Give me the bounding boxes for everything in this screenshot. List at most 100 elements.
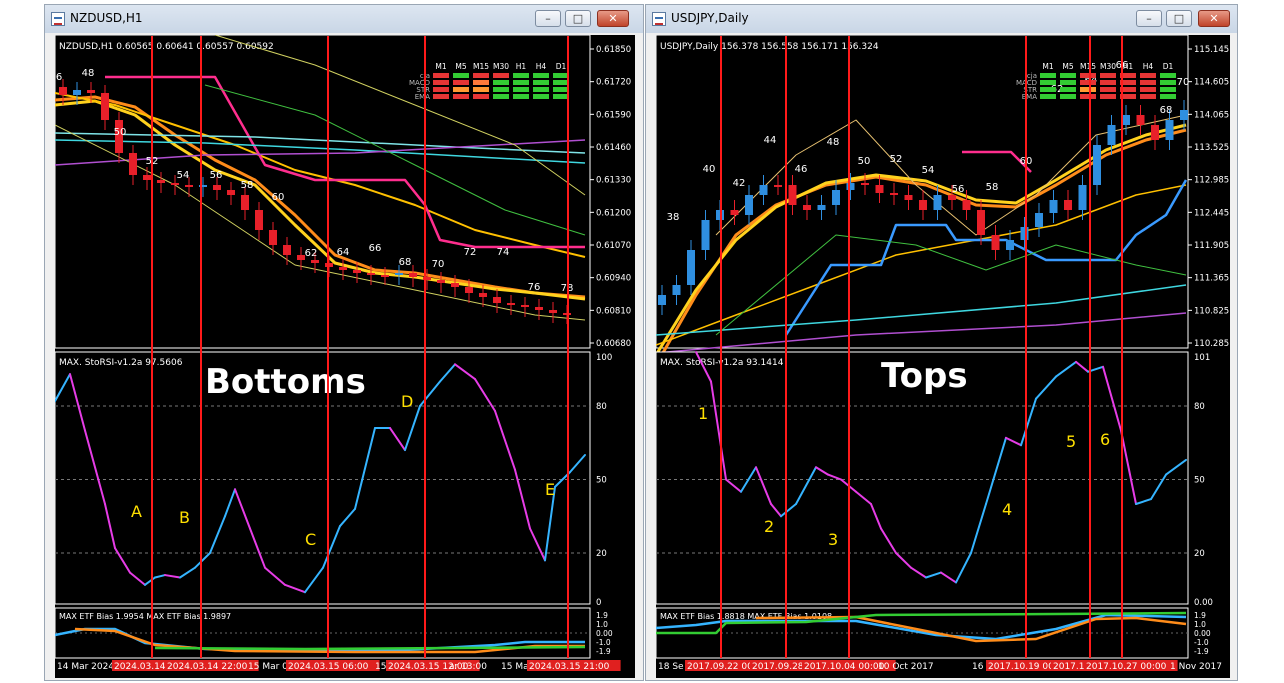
minimize-button[interactable]: – bbox=[535, 10, 561, 27]
etf-tick-label: -1.0 bbox=[1194, 638, 1209, 647]
grid-cell bbox=[533, 80, 549, 85]
grid-col-label: D1 bbox=[1163, 62, 1174, 71]
etf-tick-label: 1.9 bbox=[596, 611, 608, 620]
grid-cell bbox=[1080, 80, 1096, 85]
price-tick-label: 0.61330 bbox=[596, 176, 631, 186]
grid-cell bbox=[1080, 94, 1096, 99]
price-tick-label: 114.065 bbox=[1194, 110, 1229, 120]
grid-col-label: M15 bbox=[473, 62, 489, 71]
osc-tick-label: 20 bbox=[1194, 549, 1205, 559]
maximize-button[interactable]: □ bbox=[1166, 10, 1192, 27]
candle-body bbox=[832, 190, 840, 205]
etf-tick-label: 0.00 bbox=[1194, 629, 1211, 638]
price-tick-label: 0.60940 bbox=[596, 274, 631, 284]
time-label: 15 Ma bbox=[501, 662, 529, 672]
grid-cell bbox=[1060, 87, 1076, 92]
oscillator-label: MAX. StoRSI-v1.2a 97.5606 bbox=[59, 358, 183, 368]
candle-body bbox=[1049, 200, 1058, 213]
time-label: 2024.03.14 bbox=[114, 662, 166, 672]
candle-label: 68 bbox=[1160, 105, 1173, 116]
candle-label: 68 bbox=[399, 257, 412, 268]
grid-cell bbox=[1140, 87, 1156, 92]
chart-svg[interactable]: NZDUSD,H1 0.60565 0.60641 0.60557 0.6059… bbox=[54, 34, 635, 678]
etf-label: MAX ETF Bias 1.9954 MAX ETF Bias 1.9897 bbox=[59, 612, 231, 621]
osc-marker: D bbox=[401, 392, 413, 411]
candle-body bbox=[919, 200, 927, 210]
maximize-button[interactable]: □ bbox=[565, 10, 591, 27]
grid-cell bbox=[1040, 87, 1056, 92]
etf-tick-label: 1.0 bbox=[596, 620, 608, 629]
candle-body bbox=[875, 185, 884, 193]
candle-body bbox=[535, 307, 543, 310]
grid-cell bbox=[1160, 94, 1176, 99]
price-tick-label: 112.985 bbox=[1194, 176, 1229, 186]
candle-body bbox=[962, 200, 971, 210]
chart-svg[interactable]: USDJPY,Daily 156.378 156.558 156.171 156… bbox=[654, 34, 1230, 678]
grid-cell bbox=[493, 80, 509, 85]
price-axis: 115.145 114.605 114.065 113.525 112.985 112.4… bbox=[1188, 45, 1229, 349]
candle-body bbox=[1180, 110, 1188, 120]
candle-body bbox=[241, 195, 249, 210]
candle-body bbox=[311, 260, 319, 263]
candle-body bbox=[493, 297, 501, 303]
chart-area[interactable]: NZDUSD,H1 0.60565 0.60641 0.60557 0.6059… bbox=[54, 34, 635, 678]
time-label: 2017.1 bbox=[1053, 662, 1085, 672]
candle-label: 46 bbox=[795, 164, 808, 175]
grid-cell bbox=[1040, 94, 1056, 99]
price-tick-label: 111.905 bbox=[1194, 241, 1229, 251]
candle-body bbox=[890, 193, 898, 195]
candle-label: 60 bbox=[272, 192, 285, 203]
time-label: 2024.03.15 06:00 bbox=[288, 662, 369, 672]
price-tick-label: 111.365 bbox=[1194, 274, 1229, 284]
time-label: 16 bbox=[972, 662, 984, 672]
window-titlebar[interactable]: USDJPY,Daily – □ ✕ bbox=[646, 5, 1237, 33]
grid-col-label: H4 bbox=[536, 62, 547, 71]
chart-area[interactable]: USDJPY,Daily 156.378 156.558 156.171 156… bbox=[654, 34, 1230, 678]
grid-cell bbox=[513, 87, 529, 92]
candle-label: 50 bbox=[114, 127, 127, 138]
candle-body bbox=[227, 190, 235, 195]
etf-tick-label: -1.9 bbox=[596, 647, 611, 656]
price-tick-label: 0.60810 bbox=[596, 306, 631, 316]
window-title: USDJPY,Daily bbox=[671, 11, 749, 25]
candle-label: 66 bbox=[369, 243, 382, 254]
osc-tick-label: 100 bbox=[596, 353, 612, 363]
grid-cell bbox=[433, 87, 449, 92]
candle-body bbox=[861, 183, 869, 185]
time-label: 1 Nov 2017 bbox=[1170, 662, 1222, 672]
close-button[interactable]: ✕ bbox=[1198, 10, 1230, 27]
grid-col-label: M5 bbox=[455, 62, 466, 71]
grid-col-label: M15 bbox=[1080, 62, 1096, 71]
time-label: 2024.03.15 21:00 bbox=[529, 662, 610, 672]
candle-body bbox=[904, 195, 913, 200]
candle-body bbox=[101, 93, 109, 120]
candle-body bbox=[409, 273, 417, 277]
price-tick-label: 0.61070 bbox=[596, 241, 631, 251]
grid-cell bbox=[513, 94, 529, 99]
grid-cell bbox=[1080, 87, 1096, 92]
osc-marker: 2 bbox=[764, 517, 774, 536]
candle-body bbox=[143, 175, 151, 180]
grid-cell bbox=[1040, 73, 1056, 78]
chart-window-nzdusd[interactable]: NZDUSD,H1 – □ ✕ NZDUSD,H1 0.60565 0.6064… bbox=[44, 4, 644, 681]
candle-body bbox=[687, 250, 695, 285]
candle-label: 70 bbox=[432, 259, 445, 270]
minimize-button[interactable]: – bbox=[1136, 10, 1162, 27]
osc-tick-label: 80 bbox=[596, 402, 607, 412]
grid-cell bbox=[1060, 80, 1076, 85]
chart-window-usdjpy[interactable]: USDJPY,Daily – □ ✕ USDJPY,Daily 156.378 … bbox=[645, 4, 1238, 681]
grid-cell bbox=[453, 80, 469, 85]
close-button[interactable]: ✕ bbox=[597, 10, 629, 27]
grid-cell bbox=[493, 94, 509, 99]
time-axis: 18 Se 2017.09.22 00:002017.09.28 00:00201… bbox=[658, 660, 1222, 672]
window-titlebar[interactable]: NZDUSD,H1 – □ ✕ bbox=[45, 5, 643, 33]
time-label: 2017.10.04 00:00 bbox=[804, 662, 885, 672]
osc-tick-label: 20 bbox=[596, 549, 607, 559]
chart-app-icon bbox=[652, 12, 666, 26]
chart-app-icon bbox=[51, 12, 65, 26]
candle-body bbox=[73, 90, 81, 95]
candle-label: 62 bbox=[305, 248, 318, 259]
grid-cell bbox=[1140, 73, 1156, 78]
etf-tick-label: 1.0 bbox=[1194, 620, 1206, 629]
grid-cell bbox=[473, 80, 489, 85]
